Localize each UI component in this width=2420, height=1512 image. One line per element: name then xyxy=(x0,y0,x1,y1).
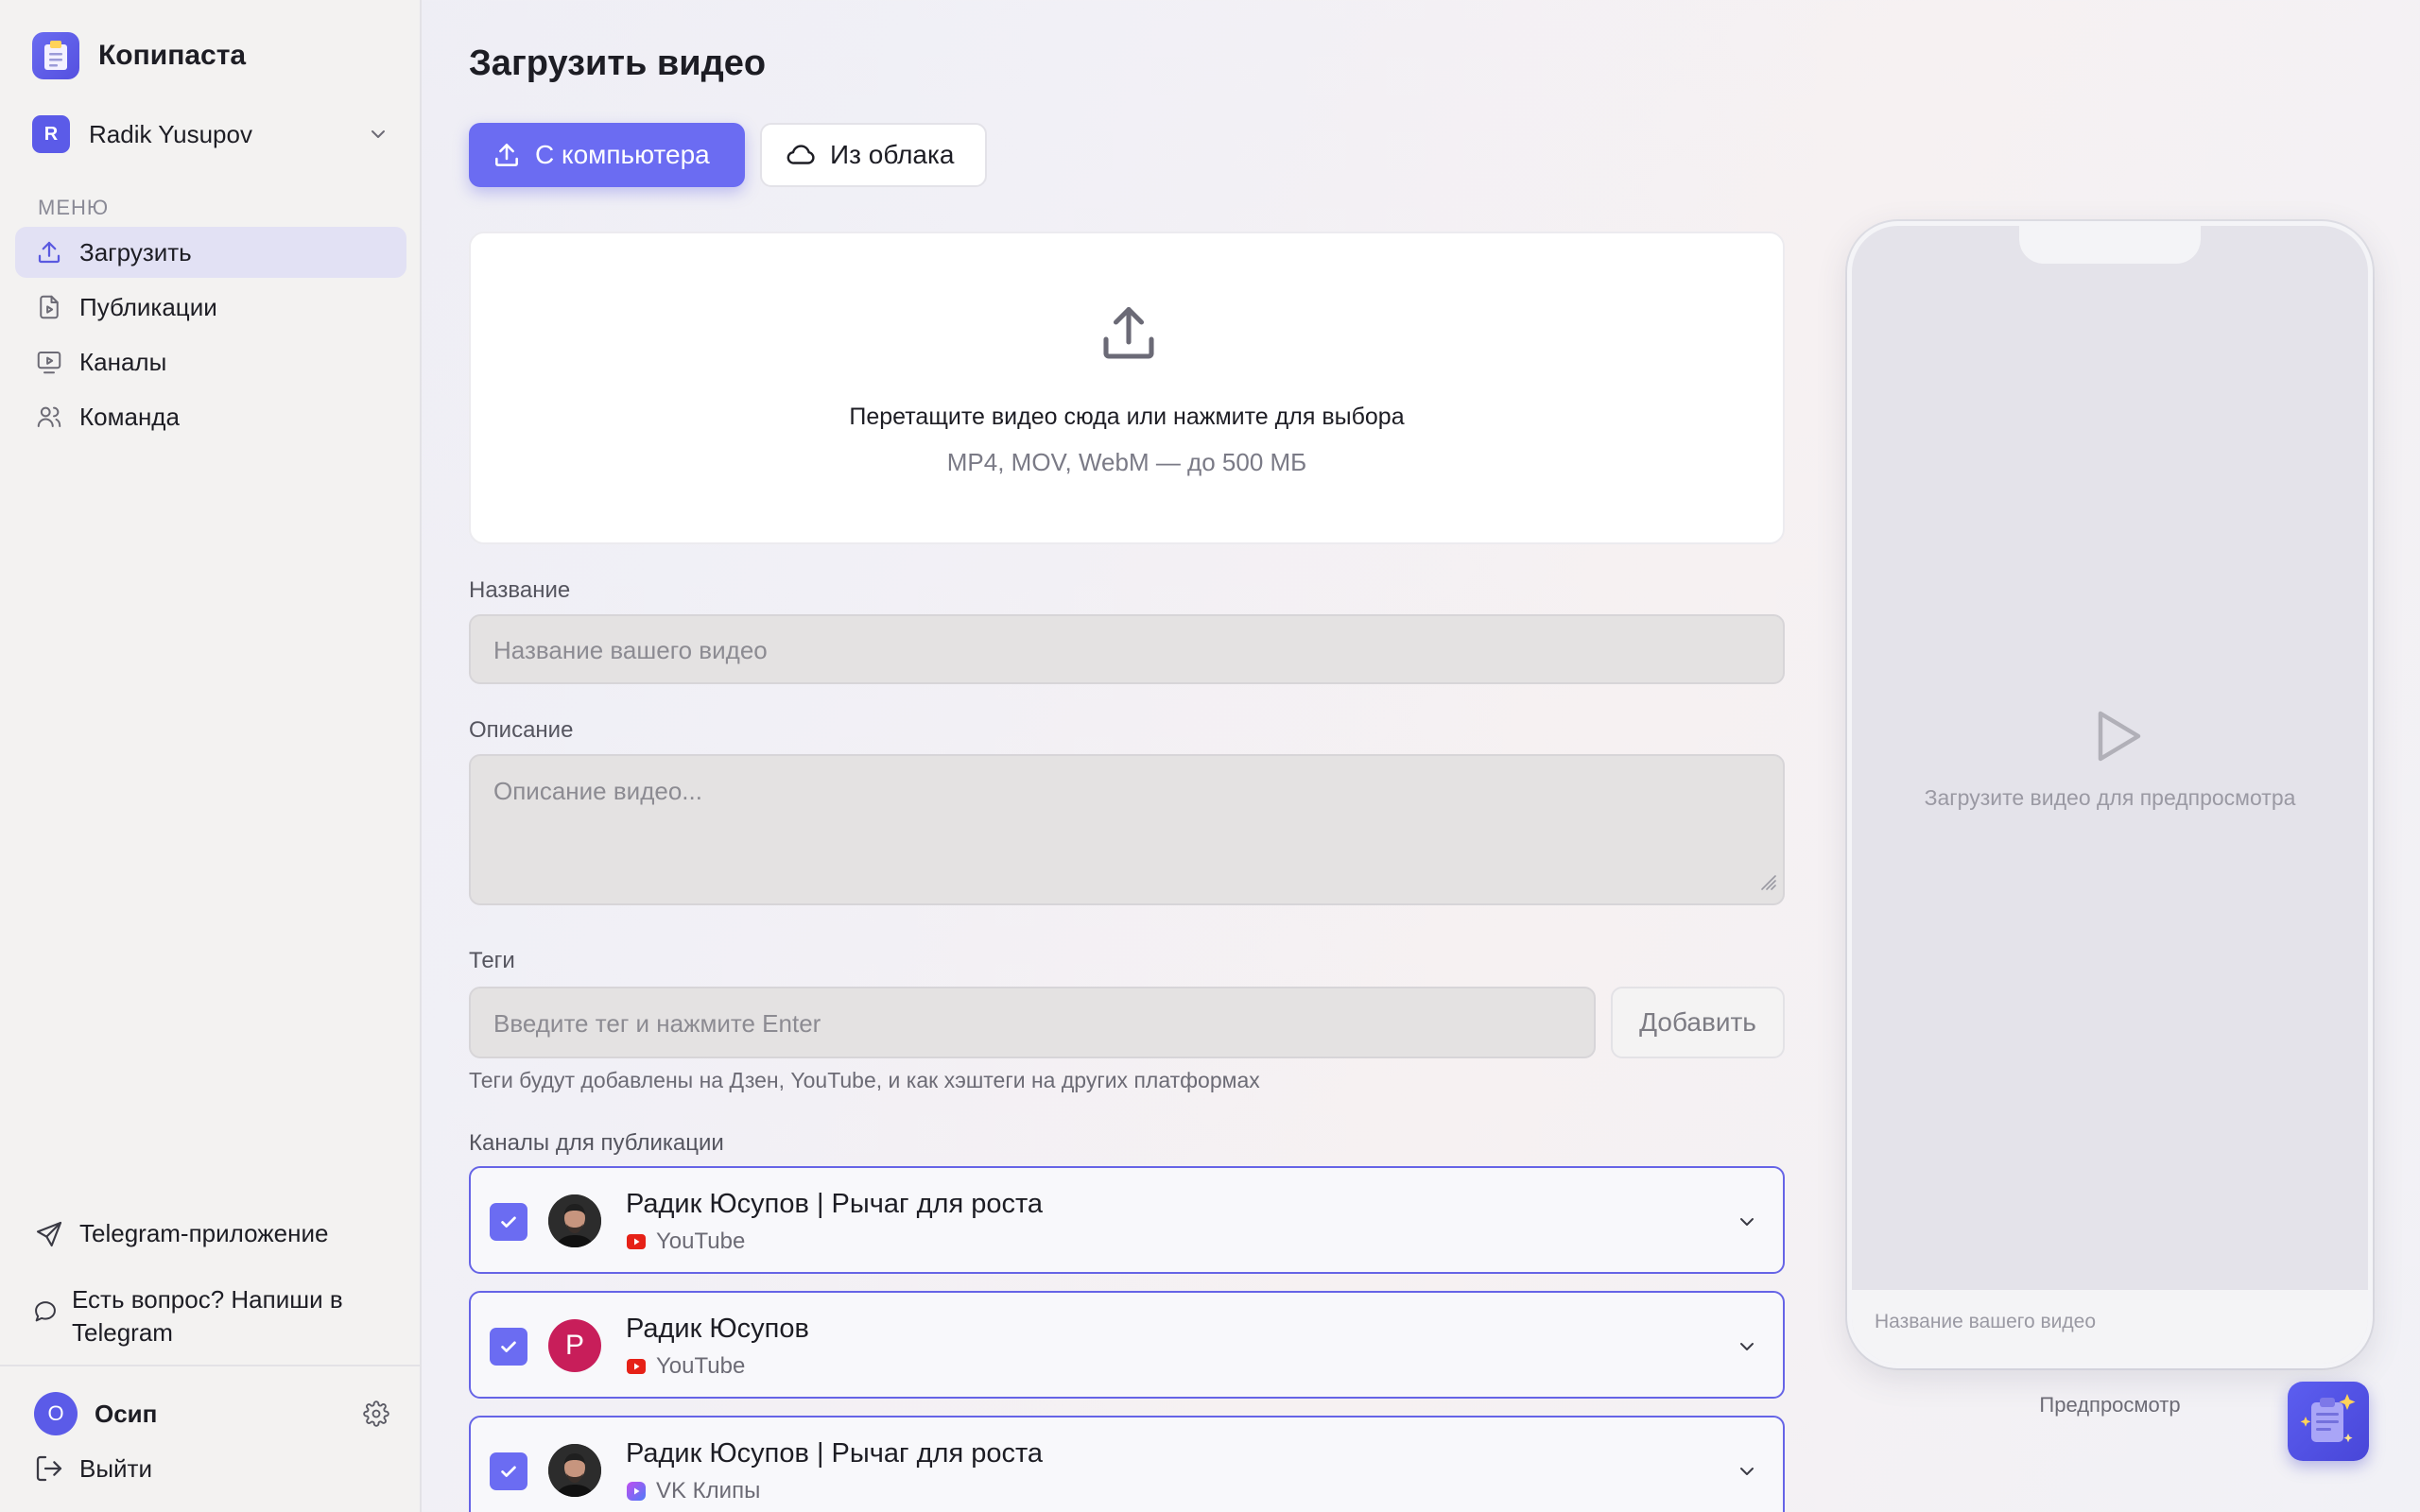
tab-from-cloud[interactable]: Из облака xyxy=(760,123,987,187)
current-user[interactable]: О Осип xyxy=(34,1392,389,1435)
sidebar: Копипаста R Radik Yusupov МЕНЮ Загрузить… xyxy=(0,0,422,1512)
document-video-icon xyxy=(34,292,64,322)
tab-from-computer[interactable]: С компьютера xyxy=(469,123,745,187)
platform-label: YouTube xyxy=(656,1353,746,1379)
channel-checkbox[interactable] xyxy=(490,1328,527,1366)
sidebar-item-label: Загрузить xyxy=(79,237,192,266)
channel-avatar: Р xyxy=(548,1319,601,1372)
title-input[interactable]: Название вашего видео xyxy=(469,614,1785,684)
dropzone-text: Перетащите видео сюда или нажмите для вы… xyxy=(849,404,1405,430)
assistant-fab[interactable] xyxy=(2288,1382,2369,1461)
channel-checkbox[interactable] xyxy=(490,1452,527,1490)
channel-card[interactable]: Радик Юсупов | Рычаг для роста YouTube xyxy=(469,1166,1785,1274)
question-text: Есть вопрос? Напиши в Telegram xyxy=(72,1283,343,1349)
preview-hint: Загрузите видео для предпросмотра xyxy=(1924,785,2296,810)
users-icon xyxy=(34,402,64,432)
chevron-down-icon[interactable] xyxy=(1736,1335,1758,1363)
telegram-question-link[interactable]: Есть вопрос? Напиши в Telegram xyxy=(32,1283,343,1349)
question-line-2: Telegram xyxy=(72,1318,173,1347)
phone-notch xyxy=(2019,226,2201,264)
upload-icon xyxy=(34,237,64,267)
channel-avatar xyxy=(548,1444,601,1497)
title-placeholder: Название вашего видео xyxy=(493,636,768,664)
sidebar-item-upload[interactable]: Загрузить xyxy=(15,227,406,278)
tags-label: Теги xyxy=(469,948,515,973)
channel-name: Радик Юсупов | Рычаг для роста xyxy=(626,1189,1044,1219)
preview-title-placeholder: Название вашего видео xyxy=(1875,1311,2097,1332)
channel-card[interactable]: Р Радик Юсупов YouTube xyxy=(469,1291,1785,1399)
channel-platform: YouTube xyxy=(626,1353,745,1380)
add-tag-button[interactable]: Добавить xyxy=(1611,987,1785,1058)
send-icon xyxy=(34,1219,64,1249)
channels-label: Каналы для публикации xyxy=(469,1130,724,1156)
sidebar-item-label: Публикации xyxy=(79,292,217,321)
gear-icon[interactable] xyxy=(363,1400,389,1432)
description-textarea[interactable]: Описание видео... xyxy=(469,754,1785,905)
title-label: Название xyxy=(469,577,571,603)
tab-label: Из облака xyxy=(830,140,955,169)
sidebar-item-publications[interactable]: Публикации xyxy=(15,282,406,333)
chat-bubble-icon xyxy=(32,1298,59,1329)
channel-platform: VK Клипы xyxy=(626,1478,760,1504)
logout-label: Выйти xyxy=(79,1453,152,1483)
account-name: Radik Yusupov xyxy=(89,119,252,148)
telegram-app-label: Telegram-приложение xyxy=(79,1219,329,1247)
channel-card[interactable]: Радик Юсупов | Рычаг для роста VK Клипы xyxy=(469,1416,1785,1512)
platform-label: YouTube xyxy=(656,1228,746,1254)
channel-platform: YouTube xyxy=(626,1228,745,1255)
sidebar-item-channels[interactable]: Каналы xyxy=(15,336,406,387)
page-title: Загрузить видео xyxy=(469,43,767,83)
preview-title-bar: Название вашего видео xyxy=(1852,1290,2368,1364)
tags-input[interactable]: Введите тег и нажмите Enter xyxy=(469,987,1596,1058)
logout-link[interactable]: Выйти xyxy=(34,1453,152,1484)
phone-preview: Загрузите видео для предпросмотра Назван… xyxy=(1847,221,2373,1368)
channel-avatar xyxy=(548,1194,601,1247)
video-dropzone[interactable]: Перетащите видео сюда или нажмите для вы… xyxy=(469,232,1785,544)
upload-icon xyxy=(492,140,522,170)
user-name: Осип xyxy=(95,1399,158,1428)
question-line-1: Есть вопрос? Напиши в xyxy=(72,1285,343,1314)
channel-name: Радик Юсупов xyxy=(626,1314,809,1344)
cloud-icon xyxy=(785,139,817,171)
dropzone-formats: MP4, MOV, WebM — до 500 МБ xyxy=(946,448,1307,476)
telegram-app-link[interactable]: Telegram-приложение xyxy=(34,1217,328,1250)
tab-label: С компьютера xyxy=(535,140,710,169)
sidebar-divider xyxy=(0,1365,422,1366)
platform-label: VK Клипы xyxy=(656,1478,761,1503)
channel-name: Радик Юсупов | Рычаг для роста xyxy=(626,1438,1044,1469)
channel-checkbox[interactable] xyxy=(490,1203,527,1241)
tv-play-icon xyxy=(34,347,64,377)
account-avatar: R xyxy=(32,115,70,153)
brand[interactable]: Копипаста xyxy=(32,32,246,79)
logout-icon xyxy=(34,1453,64,1484)
tags-hint: Теги будут добавлены на Дзен, YouTube, и… xyxy=(469,1068,1260,1092)
vk-clips-icon xyxy=(626,1481,647,1502)
sidebar-item-label: Команда xyxy=(79,402,180,431)
youtube-icon xyxy=(626,1231,647,1252)
tags-placeholder: Введите тег и нажмите Enter xyxy=(493,1009,821,1038)
play-icon xyxy=(2091,708,2146,769)
sidebar-item-label: Каналы xyxy=(79,347,167,376)
clipboard-sparkle-icon xyxy=(2297,1388,2360,1455)
sidebar-nav: Загрузить Публикации Каналы Команда xyxy=(15,227,406,446)
account-switcher[interactable]: R Radik Yusupov xyxy=(32,112,389,156)
menu-caption: МЕНЮ xyxy=(38,196,110,219)
youtube-icon xyxy=(626,1356,647,1377)
chevron-down-icon[interactable] xyxy=(1736,1211,1758,1238)
sidebar-item-team[interactable]: Команда xyxy=(15,391,406,442)
chevron-down-icon xyxy=(367,123,389,150)
resize-handle-icon[interactable] xyxy=(1756,868,1777,898)
description-label: Описание xyxy=(469,717,574,743)
upload-tray-icon xyxy=(1095,300,1163,372)
chevron-down-icon[interactable] xyxy=(1736,1460,1758,1487)
clipboard-logo-icon xyxy=(32,32,79,79)
description-placeholder: Описание видео... xyxy=(493,777,702,805)
user-avatar: О xyxy=(34,1392,78,1435)
brand-name: Копипаста xyxy=(98,40,247,71)
